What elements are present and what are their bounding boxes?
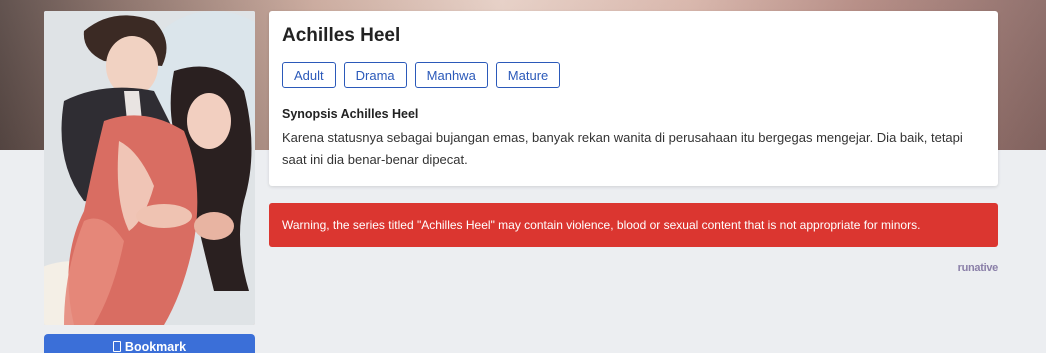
bookmark-label: Bookmark [124, 340, 187, 353]
genre-tag-mature[interactable]: Mature [495, 62, 561, 88]
series-title: Achilles Heel [282, 25, 401, 46]
series-info-card: Achilles Heel Adult Drama Manhwa Mature … [269, 11, 998, 186]
ad-network-logo[interactable]: runative [958, 262, 999, 274]
genre-list: Adult Drama Manhwa Mature [282, 62, 985, 88]
bookmark-button[interactable]: Bookmark [44, 334, 255, 353]
cover-image [44, 11, 255, 325]
warning-text: Warning, the series titled "Achilles Hee… [282, 218, 921, 232]
synopsis-text: Karena statusnya sebagai bujangan emas, … [282, 130, 963, 167]
content-warning-banner: Warning, the series titled "Achilles Hee… [269, 203, 998, 247]
genre-tag-adult[interactable]: Adult [282, 62, 336, 88]
bookmark-icon [112, 341, 121, 352]
synopsis-heading: Synopsis Achilles Heel [282, 107, 419, 121]
genre-tag-drama[interactable]: Drama [343, 62, 407, 88]
genre-tag-manhwa[interactable]: Manhwa [414, 62, 488, 88]
